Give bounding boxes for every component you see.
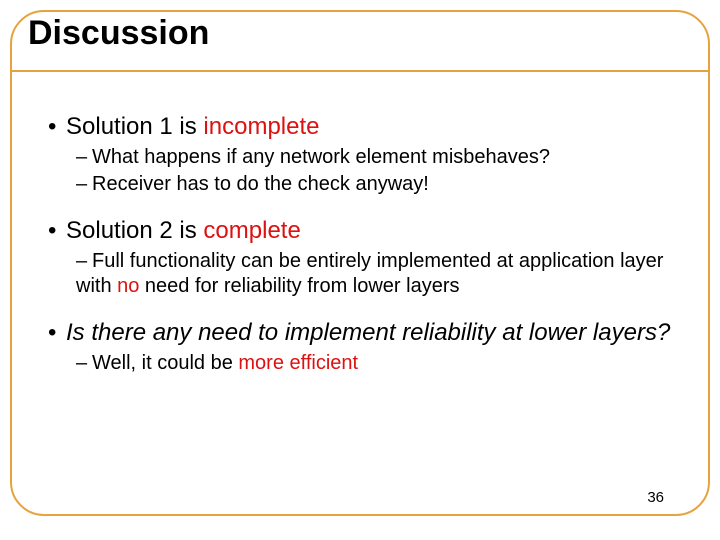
- bullet-1-text-a: Solution 1 is: [66, 113, 203, 140]
- bullet-2-sub-1: –Full functionality can be entirely impl…: [76, 249, 680, 298]
- bullet-2-em: complete: [203, 217, 300, 244]
- bullet-1: •Solution 1 is incomplete: [48, 112, 680, 141]
- bullet-3-sub-1: –Well, it could be more efficient: [76, 351, 680, 375]
- dash-icon: –: [76, 351, 92, 375]
- bullet-1-sub-1: –What happens if any network element mis…: [76, 145, 680, 169]
- slide-title: Discussion: [28, 14, 209, 53]
- slide-body: •Solution 1 is incomplete –What happens …: [48, 112, 680, 490]
- bullet-icon: •: [48, 216, 66, 245]
- bullet-2-sub-1-text-b: need for reliability from lower layers: [139, 275, 459, 297]
- spacer: [48, 198, 680, 216]
- bullet-3-text: Is there any need to implement reliabili…: [66, 319, 670, 346]
- bullet-1-em: incomplete: [203, 113, 319, 140]
- title-underline: [10, 70, 710, 72]
- spacer: [48, 300, 680, 318]
- dash-icon: –: [76, 145, 92, 169]
- dash-icon: –: [76, 172, 92, 196]
- bullet-1-sub-1-text: What happens if any network element misb…: [92, 146, 550, 168]
- bullet-2: •Solution 2 is complete: [48, 216, 680, 245]
- bullet-1-sub-2-text: Receiver has to do the check anyway!: [92, 173, 429, 195]
- slide: Discussion •Solution 1 is incomplete –Wh…: [0, 0, 720, 540]
- page-number: 36: [647, 489, 664, 506]
- bullet-2-sub-1-em: no: [117, 275, 139, 297]
- bullet-icon: •: [48, 318, 66, 347]
- dash-icon: –: [76, 249, 92, 273]
- bullet-1-sub-2: –Receiver has to do the check anyway!: [76, 172, 680, 196]
- bullet-2-text-a: Solution 2 is: [66, 217, 203, 244]
- bullet-icon: •: [48, 112, 66, 141]
- title-area: Discussion: [10, 10, 710, 80]
- bullet-3: •Is there any need to implement reliabil…: [48, 318, 680, 347]
- bullet-3-sub-1-text-a: Well, it could be: [92, 352, 238, 374]
- bullet-3-sub-1-em: more efficient: [238, 352, 358, 374]
